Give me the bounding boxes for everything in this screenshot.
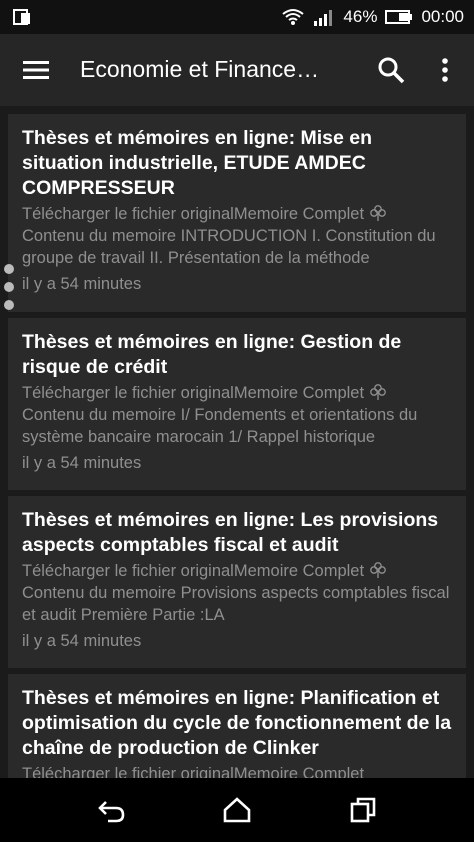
side-handle[interactable] [4,264,16,328]
article-card[interactable]: Thèses et mémoires en ligne: Mise en sit… [8,114,466,312]
screen-mirror-icon [13,9,30,25]
article-time: il y a 54 minutes [22,632,142,650]
article-card[interactable]: Thèses et mémoires en ligne: Gestion de … [8,318,466,490]
clover-icon [369,205,386,221]
article-card[interactable]: Thèses et mémoires en ligne: Les provisi… [8,496,466,668]
excerpt-text: Contenu du memoire INTRODUCTION I. Const… [22,227,436,267]
article-feed[interactable]: Thèses et mémoires en ligne: Mise en sit… [0,106,474,778]
clock: 00:00 [421,7,464,26]
article-excerpt: Télécharger le fichier originalMemoire C… [22,560,452,626]
excerpt-text: Télécharger le fichier originalMemoire C… [22,562,365,580]
system-nav-bar [0,778,474,842]
article-time: il y a 54 minutes [22,454,142,472]
more-vert-icon[interactable] [436,54,454,86]
handle-dot [4,300,14,310]
clover-icon [369,562,386,578]
handle-dot [4,264,14,274]
article-title: Thèses et mémoires en ligne: Mise en sit… [22,127,373,199]
home-icon[interactable] [221,794,253,826]
excerpt-text: Contenu du memoire Provisions aspects co… [22,584,450,624]
article-excerpt: Télécharger le fichier originalMemoire C… [22,382,452,448]
article-time: il y a 54 minutes [22,275,142,293]
excerpt-text: Télécharger le fichier originalMemoire C… [22,765,365,778]
excerpt-text: Télécharger le fichier originalMemoire C… [22,384,365,402]
battery-percent: 46% [343,7,378,26]
recents-icon[interactable] [347,794,379,826]
excerpt-text: Contenu du memoire I/ Fondements et orie… [22,406,418,446]
page-title: Economie et Finance… [80,56,320,82]
article-title: Thèses et mémoires en ligne: Gestion de … [22,331,402,378]
hamburger-icon[interactable] [20,54,52,86]
handle-dot [4,282,14,292]
excerpt-text: Télécharger le fichier originalMemoire C… [22,205,365,223]
article-title: Thèses et mémoires en ligne: Planificati… [22,687,452,759]
wifi-icon [282,9,305,25]
article-excerpt: Télécharger le fichier originalMemoire C… [22,203,452,269]
app-bar: Economie et Finance… [0,34,474,106]
signal-icon [314,10,333,26]
clover-icon [369,384,386,400]
search-icon[interactable] [375,54,407,86]
back-icon[interactable] [96,794,128,826]
status-right: 46% 00:00 [281,0,464,34]
article-title: Thèses et mémoires en ligne: Les provisi… [22,509,439,556]
status-bar: 46% 00:00 [0,0,474,34]
battery-icon [385,10,413,24]
article-card[interactable]: Thèses et mémoires en ligne: Planificati… [8,674,466,778]
article-excerpt: Télécharger le fichier originalMemoire C… [22,763,452,778]
